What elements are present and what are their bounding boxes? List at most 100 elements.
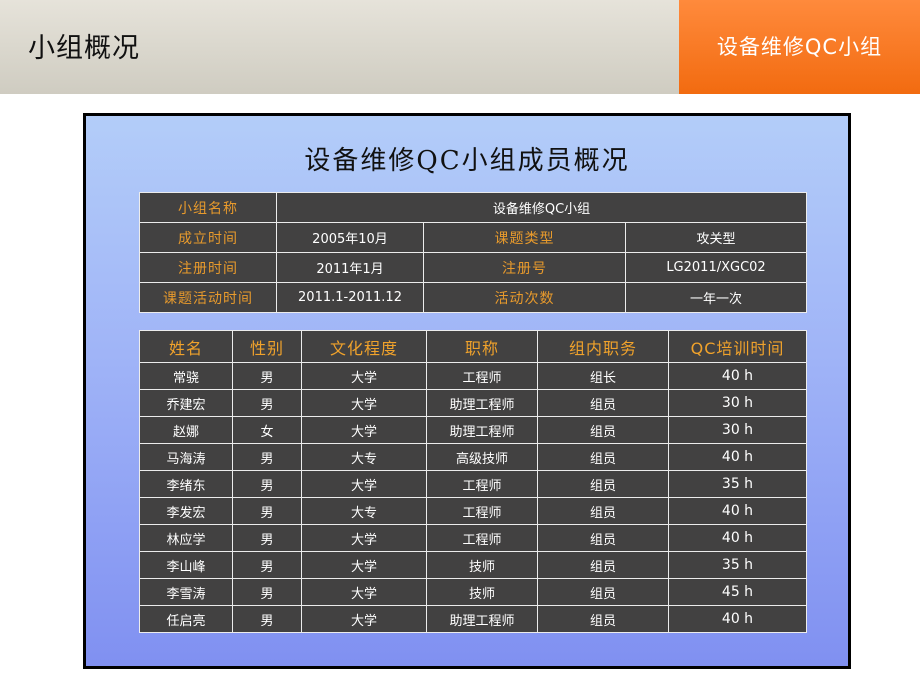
info-row-activity: 课题活动时间 2011.1-2011.12 活动次数 一年一次: [139, 282, 808, 313]
member-education: 大学: [301, 524, 427, 552]
col-header-role: 组内职务: [537, 330, 669, 363]
group-name-label: 小组名称: [139, 192, 277, 223]
member-title: 工程师: [426, 362, 538, 390]
table-row: 李绪东 男 大学 工程师 组员 35 h: [139, 470, 807, 498]
member-name: 李雪涛: [139, 578, 233, 606]
member-role: 组员: [537, 551, 669, 579]
member-gender: 男: [232, 497, 302, 525]
member-education: 大学: [301, 362, 427, 390]
table-row: 李发宏 男 大专 工程师 组员 40 h: [139, 497, 807, 525]
activity-time-label: 课题活动时间: [139, 282, 277, 313]
slide-tag: 设备维修QC小组: [679, 0, 920, 94]
member-education: 大学: [301, 578, 427, 606]
member-gender: 男: [232, 605, 302, 633]
activity-count-label: 活动次数: [423, 282, 626, 313]
group-name-value: 设备维修QC小组: [275, 192, 808, 223]
member-role: 组员: [537, 470, 669, 498]
reg-no-value: LG2011/XGC02: [624, 252, 808, 283]
col-header-education: 文化程度: [301, 330, 427, 363]
member-name: 赵娜: [139, 416, 233, 444]
member-title: 助理工程师: [426, 389, 538, 417]
member-gender: 男: [232, 362, 302, 390]
member-training-hours: 40 h: [668, 497, 807, 525]
member-gender: 男: [232, 389, 302, 417]
table-row: 李雪涛 男 大学 技师 组员 45 h: [139, 578, 807, 606]
group-info-table: 小组名称 设备维修QC小组 成立时间 2005年10月 课题类型 攻关型 注册时…: [139, 192, 808, 313]
member-title: 工程师: [426, 524, 538, 552]
member-gender: 男: [232, 524, 302, 552]
member-education: 大学: [301, 416, 427, 444]
member-role: 组员: [537, 416, 669, 444]
table-row: 乔建宏 男 大学 助理工程师 组员 30 h: [139, 389, 807, 417]
member-name: 李发宏: [139, 497, 233, 525]
member-gender: 男: [232, 578, 302, 606]
registered-label: 注册时间: [139, 252, 277, 283]
member-role: 组员: [537, 578, 669, 606]
member-name: 乔建宏: [139, 389, 233, 417]
reg-no-label: 注册号: [423, 252, 626, 283]
col-header-name: 姓名: [139, 330, 233, 363]
member-education: 大学: [301, 605, 427, 633]
member-title: 高级技师: [426, 443, 538, 471]
table-row: 李山峰 男 大学 技师 组员 35 h: [139, 551, 807, 579]
member-training-hours: 45 h: [668, 578, 807, 606]
table-row: 林应学 男 大学 工程师 组员 40 h: [139, 524, 807, 552]
member-title: 技师: [426, 578, 538, 606]
members-header-row: 姓名 性别 文化程度 职称 组内职务 QC培训时间: [139, 330, 807, 363]
activity-count-value: 一年一次: [624, 282, 808, 313]
member-training-hours: 30 h: [668, 389, 807, 417]
topic-type-label: 课题类型: [423, 222, 626, 253]
member-name: 李绪东: [139, 470, 233, 498]
member-role: 组员: [537, 497, 669, 525]
table-row: 常骁 男 大学 工程师 组长 40 h: [139, 362, 807, 390]
member-role: 组员: [537, 605, 669, 633]
member-gender: 男: [232, 470, 302, 498]
member-name: 马海涛: [139, 443, 233, 471]
member-training-hours: 30 h: [668, 416, 807, 444]
member-training-hours: 40 h: [668, 362, 807, 390]
topic-type-value: 攻关型: [624, 222, 808, 253]
registered-value: 2011年1月: [276, 252, 424, 283]
member-title: 助理工程师: [426, 416, 538, 444]
member-training-hours: 40 h: [668, 524, 807, 552]
table-row: 任启亮 男 大学 助理工程师 组员 40 h: [139, 605, 807, 633]
member-title: 助理工程师: [426, 605, 538, 633]
member-role: 组员: [537, 524, 669, 552]
founded-value: 2005年10月: [276, 222, 424, 253]
member-role: 组长: [537, 362, 669, 390]
member-gender: 男: [232, 443, 302, 471]
member-education: 大学: [301, 551, 427, 579]
member-training-hours: 35 h: [668, 470, 807, 498]
col-header-training: QC培训时间: [668, 330, 807, 363]
member-name: 林应学: [139, 524, 233, 552]
member-education: 大专: [301, 443, 427, 471]
table-row: 马海涛 男 大专 高级技师 组员 40 h: [139, 443, 807, 471]
member-education: 大专: [301, 497, 427, 525]
member-role: 组员: [537, 443, 669, 471]
member-education: 大学: [301, 389, 427, 417]
member-role: 组员: [537, 389, 669, 417]
member-training-hours: 35 h: [668, 551, 807, 579]
activity-time-value: 2011.1-2011.12: [276, 282, 424, 313]
members-table: 姓名 性别 文化程度 职称 组内职务 QC培训时间 常骁 男 大学 工程师 组长…: [139, 330, 807, 633]
info-row-registered: 注册时间 2011年1月 注册号 LG2011/XGC02: [139, 252, 808, 283]
member-name: 李山峰: [139, 551, 233, 579]
col-header-title: 职称: [426, 330, 538, 363]
member-training-hours: 40 h: [668, 605, 807, 633]
panel-title: 设备维修QC小组成员概况: [304, 146, 630, 176]
info-row-founded: 成立时间 2005年10月 课题类型 攻关型: [139, 222, 808, 253]
founded-label: 成立时间: [139, 222, 277, 253]
member-gender: 男: [232, 551, 302, 579]
member-gender: 女: [232, 416, 302, 444]
slide-header: 小组概况 设备维修QC小组: [0, 0, 920, 94]
table-row: 赵娜 女 大学 助理工程师 组员 30 h: [139, 416, 807, 444]
slide-title: 小组概况: [28, 33, 140, 64]
col-header-gender: 性别: [232, 330, 302, 363]
member-training-hours: 40 h: [668, 443, 807, 471]
info-row-group-name: 小组名称 设备维修QC小组: [139, 192, 808, 223]
member-title: 工程师: [426, 470, 538, 498]
member-education: 大学: [301, 470, 427, 498]
member-title: 技师: [426, 551, 538, 579]
content-frame: 设备维修QC小组成员概况 小组名称 设备维修QC小组 成立时间 2005年10月…: [83, 113, 851, 669]
member-title: 工程师: [426, 497, 538, 525]
